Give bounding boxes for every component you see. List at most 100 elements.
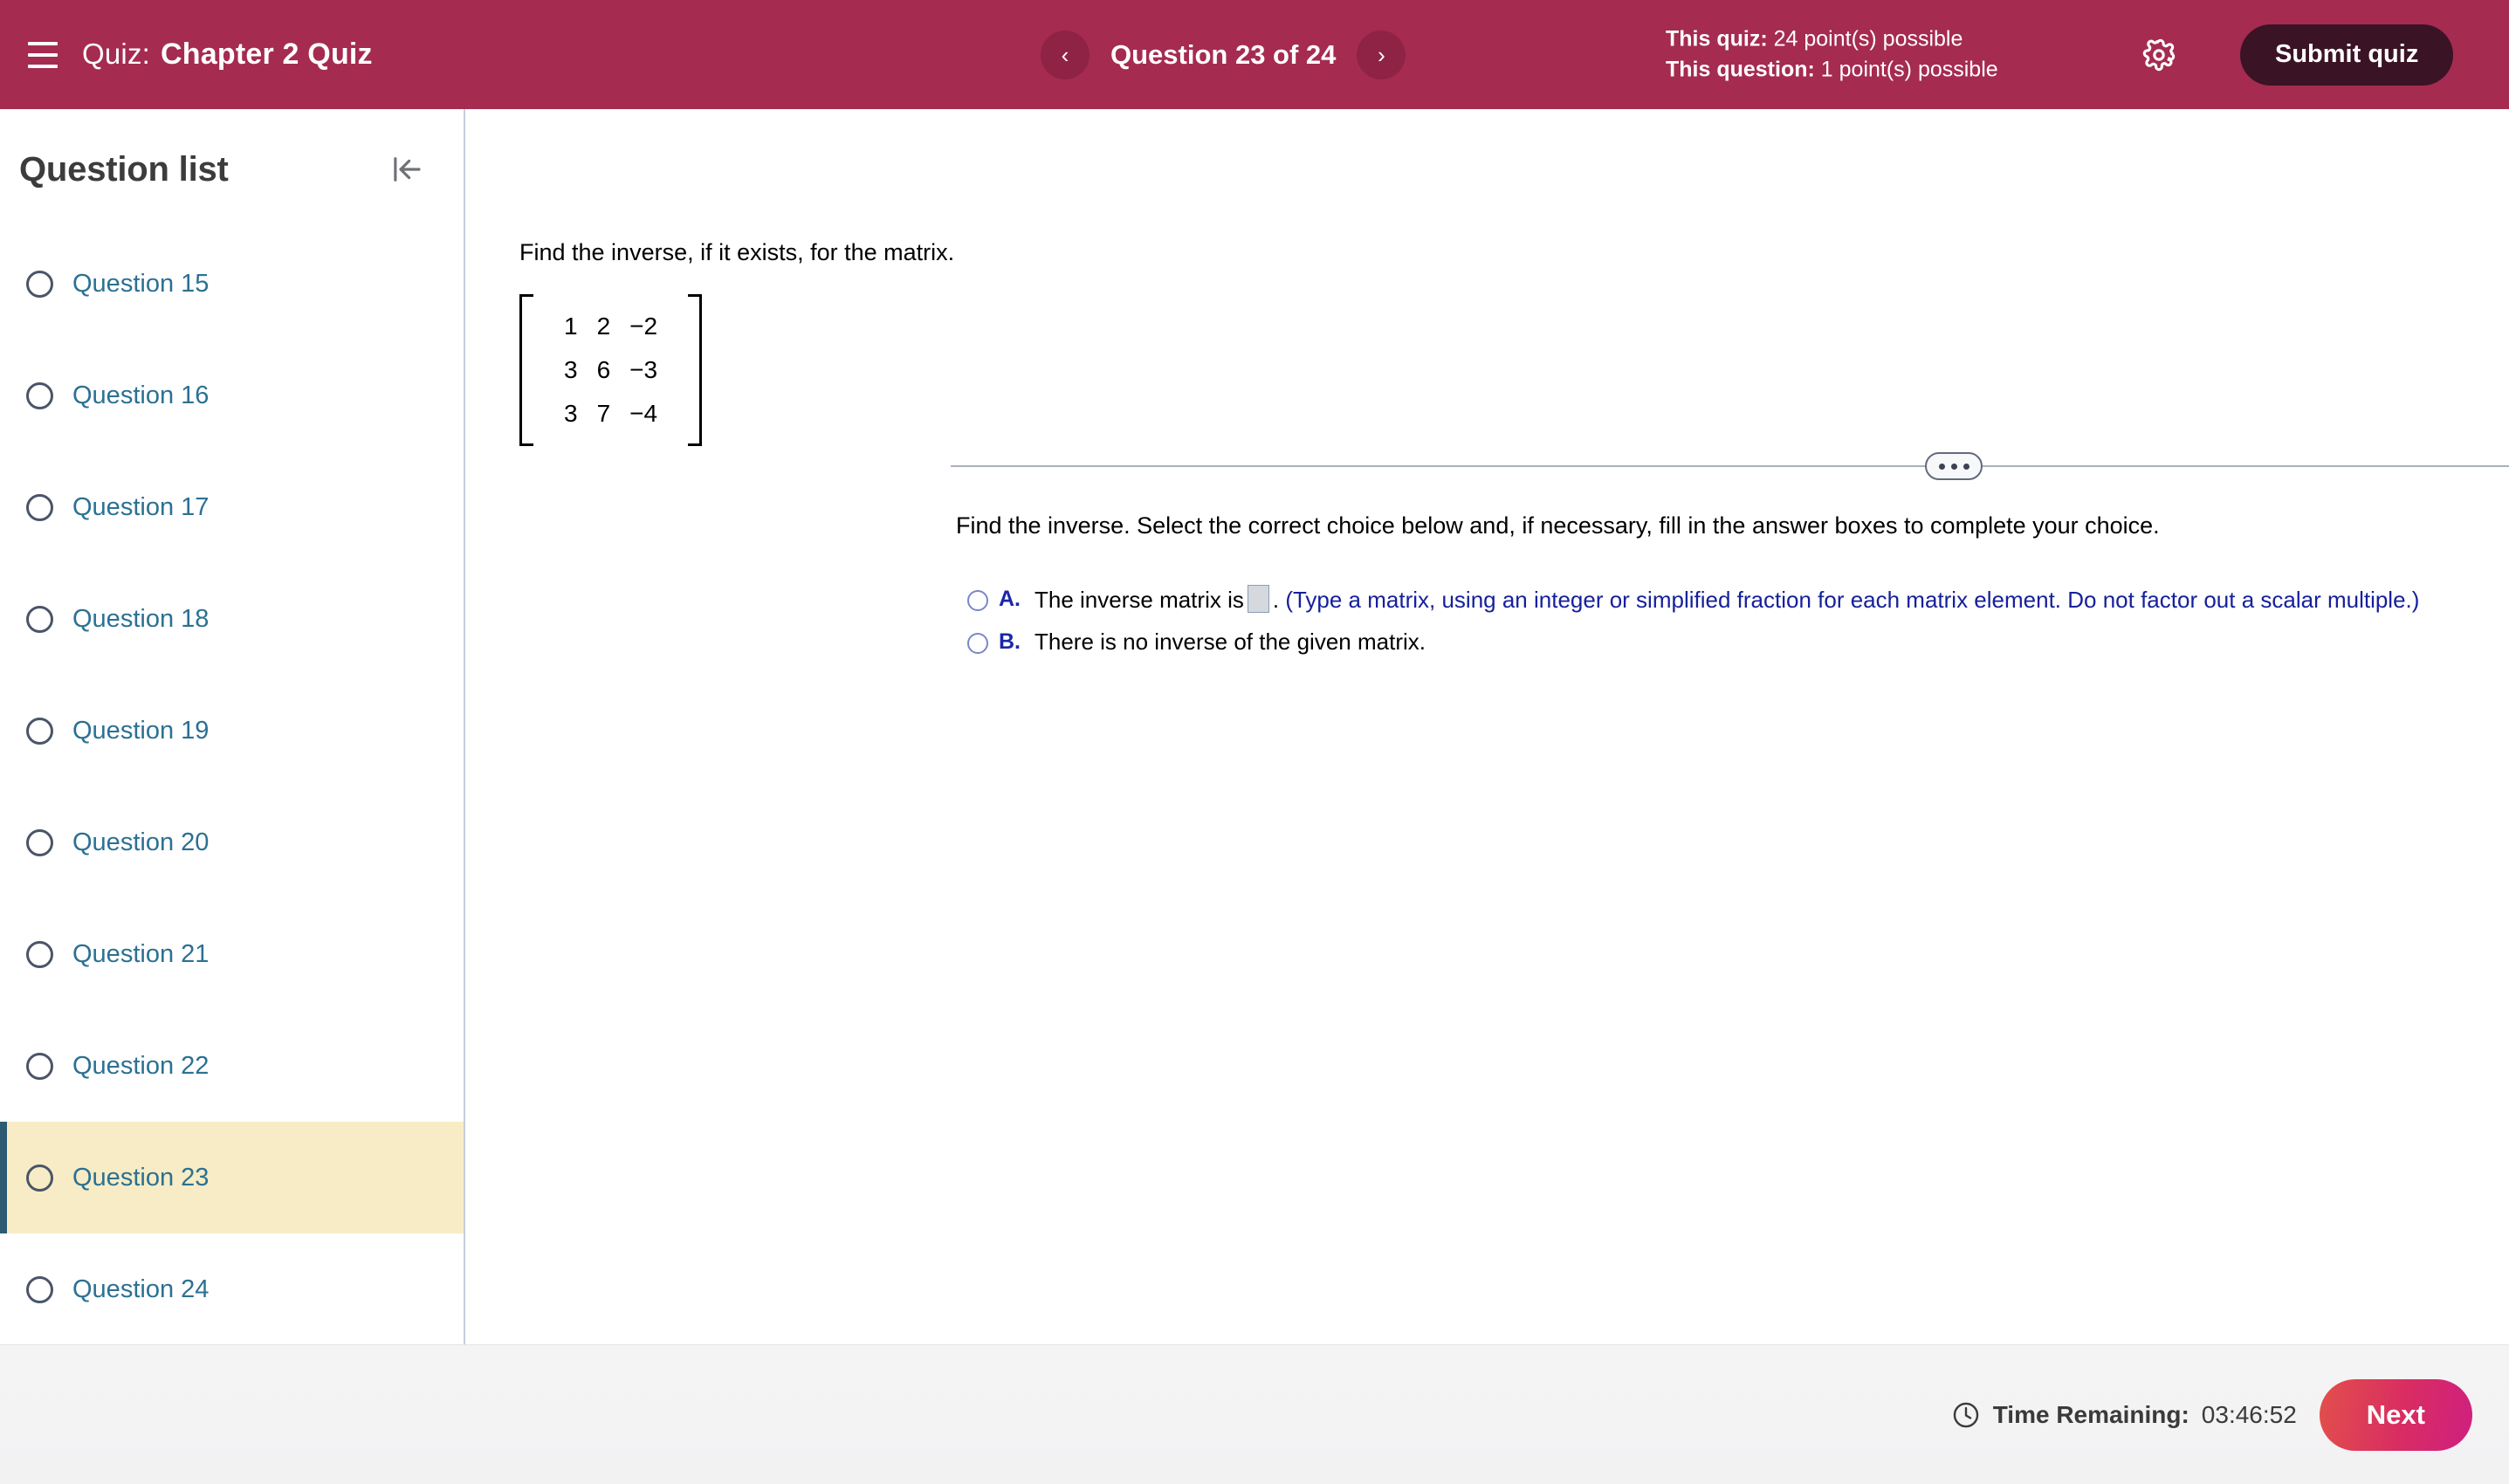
matrix-cell: 7 <box>596 400 611 428</box>
sidebar-item-label: Question 16 <box>72 381 210 409</box>
question-status-radio <box>26 381 53 409</box>
matrix-cell: 2 <box>596 313 611 340</box>
quiz-app: Quiz: Chapter 2 Quiz ‹ Question 23 of 24… <box>0 0 2509 1484</box>
question-status-radio <box>26 493 53 521</box>
sidebar-item-question-20[interactable]: Question 20 <box>0 787 464 898</box>
dot <box>1950 463 1957 470</box>
sidebar-item-label: Question 17 <box>72 492 210 521</box>
time-remaining-label: Time Remaining: <box>1992 1400 2189 1428</box>
gear-icon[interactable] <box>2134 30 2184 80</box>
matrix-figure: 1 2 −2 3 6 −3 3 7 −4 <box>519 294 703 450</box>
choice-radio[interactable] <box>967 632 988 654</box>
submit-quiz-button[interactable]: Submit quiz <box>2240 24 2454 86</box>
sidebar-item-question-22[interactable]: Question 22 <box>0 1010 464 1122</box>
sidebar-item-label: Question 21 <box>72 939 210 968</box>
answer-choice-a[interactable]: A. The inverse matrix is. (Type a matrix,… <box>967 585 2509 615</box>
question-content: Find the inverse, if it exists, for the … <box>465 109 2509 1344</box>
matrix-left-bracket <box>519 294 533 447</box>
sidebar-item-label: Question 23 <box>72 1163 210 1192</box>
question-status-radio <box>26 605 53 633</box>
choice-text-before: The inverse matrix is <box>1035 587 1244 613</box>
matrix-cell: 1 <box>564 313 578 340</box>
collapse-left-icon[interactable] <box>382 144 432 195</box>
next-question-button[interactable]: › <box>1357 30 1406 79</box>
matrix-table: 1 2 −2 3 6 −3 3 7 −4 <box>554 305 667 436</box>
matrix-row: 1 2 −2 <box>554 305 667 348</box>
choice-text-after: . <box>1272 587 1280 613</box>
sidebar-item-question-15[interactable]: Question 15 <box>0 228 464 340</box>
question-status-radio <box>26 1164 53 1192</box>
sidebar-item-label: Question 22 <box>72 1051 210 1080</box>
matrix-cell: −2 <box>629 313 658 340</box>
sidebar-item-label: Question 15 <box>72 269 210 298</box>
sidebar-item-question-16[interactable]: Question 16 <box>0 340 464 451</box>
sidebar-item-question-21[interactable]: Question 21 <box>0 898 464 1010</box>
answer-input-box[interactable] <box>1247 585 1269 613</box>
question-status-radio <box>26 1275 53 1303</box>
sidebar-item-question-18[interactable]: Question 18 <box>0 563 464 675</box>
quiz-points-label: This quiz: <box>1666 26 1768 51</box>
question-status-radio <box>26 270 53 298</box>
question-counter: Question 23 of 24 <box>1110 38 1337 70</box>
sidebar-item-label: Question 18 <box>72 604 210 633</box>
quiz-title: Quiz: Chapter 2 Quiz <box>82 38 373 72</box>
points-summary: This quiz: 24 point(s) possible This que… <box>1666 24 1998 86</box>
clock-icon <box>1953 1402 1978 1427</box>
question-status-radio <box>26 828 53 856</box>
matrix-row: 3 6 −3 <box>554 348 667 392</box>
app-header: Quiz: Chapter 2 Quiz ‹ Question 23 of 24… <box>0 0 2509 109</box>
quiz-label: Quiz: <box>82 38 151 70</box>
answer-instruction: Find the inverse. Select the correct cho… <box>956 512 2160 539</box>
ellipsis-toggle-icon[interactable] <box>1925 452 1983 480</box>
sidebar-item-label: Question 24 <box>72 1274 210 1303</box>
sidebar-item-question-24[interactable]: Question 24 <box>0 1233 464 1344</box>
previous-question-button[interactable]: ‹ <box>1041 30 1090 79</box>
sidebar-item-label: Question 20 <box>72 828 210 856</box>
question-points-value: 1 point(s) possible <box>1820 57 1998 82</box>
dot <box>1963 463 1969 470</box>
question-status-radio <box>26 717 53 745</box>
answer-choice-b[interactable]: B. There is no inverse of the given matri… <box>967 628 2509 657</box>
hamburger-bar <box>28 64 58 68</box>
time-remaining: Time Remaining: 03:46:52 <box>1951 1400 2297 1430</box>
sidebar-item-question-19[interactable]: Question 19 <box>0 675 464 787</box>
dot <box>1938 463 1945 470</box>
sidebar-item-question-17[interactable]: Question 17 <box>0 451 464 563</box>
question-status-radio <box>26 1052 53 1080</box>
question-points-line: This question: 1 point(s) possible <box>1666 55 1998 86</box>
question-stem: Find the inverse, if it exists, for the … <box>519 239 955 265</box>
question-list: Question 15 Question 16 Question 17 Questio… <box>0 228 464 1344</box>
quiz-points-line: This quiz: 24 point(s) possible <box>1666 24 1998 55</box>
quiz-points-value: 24 point(s) possible <box>1773 26 1963 51</box>
time-remaining-value: 03:46:52 <box>2201 1400 2297 1428</box>
choice-letter: A. <box>999 587 1021 611</box>
question-list-sidebar: Question list Question 15 Question 16 Ques… <box>0 109 465 1344</box>
body: Question list Question 15 Question 16 Ques… <box>0 109 2509 1344</box>
hamburger-bar <box>28 52 58 57</box>
choice-body: The inverse matrix is. (Type a matrix, u… <box>1035 585 2419 615</box>
matrix-cell: −4 <box>629 400 658 428</box>
sidebar-header: Question list <box>0 109 464 205</box>
hamburger-icon[interactable] <box>19 31 66 79</box>
matrix-cell: −3 <box>629 356 658 384</box>
choice-body: There is no inverse of the given matrix. <box>1035 628 1426 657</box>
sidebar-item-label: Question 19 <box>72 716 210 745</box>
answer-choices: A. The inverse matrix is. (Type a matrix,… <box>967 585 2509 670</box>
hamburger-bar <box>28 41 58 45</box>
matrix-right-bracket <box>688 294 703 447</box>
quiz-name: Chapter 2 Quiz <box>161 38 373 71</box>
matrix-cell: 3 <box>564 400 578 428</box>
section-divider <box>951 465 2509 467</box>
next-button[interactable]: Next <box>2319 1378 2472 1451</box>
sidebar-title: Question list <box>19 149 229 189</box>
matrix: 1 2 −2 3 6 −3 3 7 −4 <box>519 294 703 447</box>
choice-radio[interactable] <box>967 590 988 611</box>
question-navigation: ‹ Question 23 of 24 › <box>1041 30 1406 79</box>
choice-text-before: There is no inverse of the given matrix. <box>1035 628 1426 655</box>
matrix-cell: 6 <box>596 356 611 384</box>
app-footer: Time Remaining: 03:46:52 Next <box>0 1344 2509 1484</box>
choice-letter: B. <box>999 629 1021 654</box>
matrix-cell: 3 <box>564 356 578 384</box>
question-points-label: This question: <box>1666 57 1815 82</box>
sidebar-item-question-23[interactable]: Question 23 <box>0 1122 464 1233</box>
